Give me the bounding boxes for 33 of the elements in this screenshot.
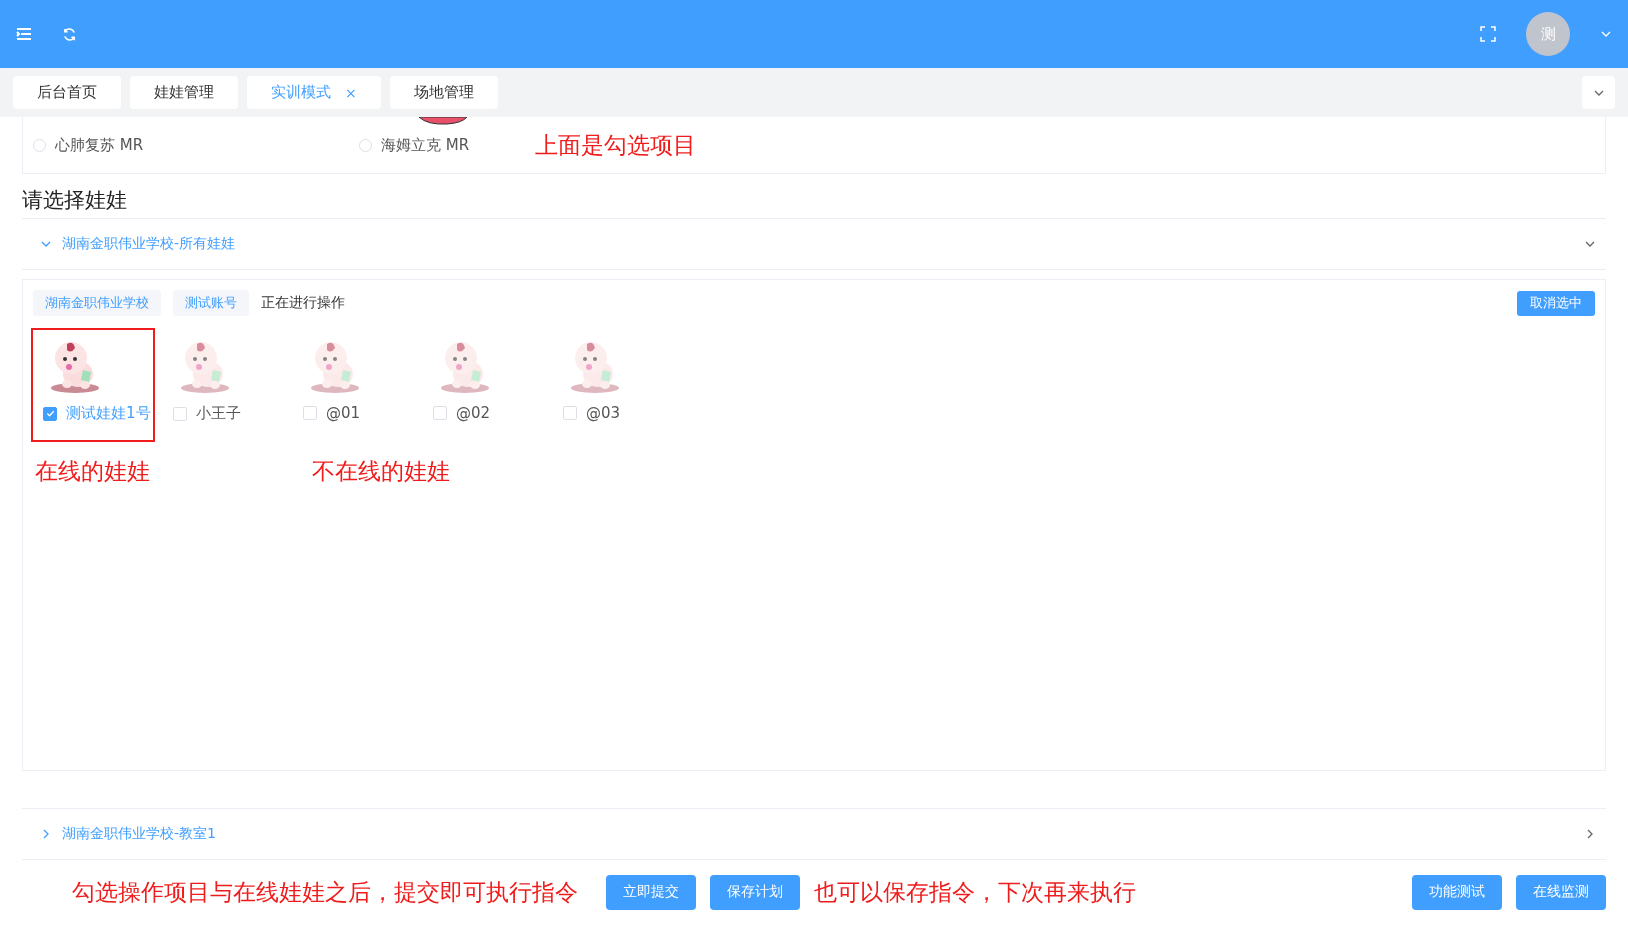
doll-checkbox[interactable]: @03: [563, 404, 621, 422]
deselect-button[interactable]: 取消选中: [1517, 290, 1595, 316]
project-radio[interactable]: 心肺复苏 MR: [33, 135, 359, 155]
annotation-text: 上面是勾选项目: [535, 130, 697, 160]
annotation-text: 不在线的娃娃: [312, 457, 450, 486]
group-title[interactable]: 湖南金职伟业学校-教室1: [62, 825, 1574, 843]
tab[interactable]: 后台首页: [13, 76, 121, 109]
action-button[interactable]: 功能测试: [1412, 874, 1502, 910]
annotation-text: 也可以保存指令，下次再来执行: [814, 877, 1136, 907]
section-title: 请选择娃娃: [22, 186, 1606, 219]
annotation-text: 勾选操作项目与在线娃娃之后，提交即可执行指令: [72, 877, 578, 907]
tab[interactable]: 娃娃管理: [130, 76, 238, 109]
action-button[interactable]: 在线监测: [1516, 874, 1606, 910]
tag: 测试账号: [173, 290, 249, 316]
tag: 湖南金职伟业学校: [33, 290, 161, 316]
action-button[interactable]: 保存计划: [710, 874, 800, 910]
action-button[interactable]: 立即提交: [606, 874, 696, 910]
menu-icon[interactable]: [16, 26, 32, 42]
tab[interactable]: 实训模式 ×: [247, 76, 381, 109]
status-text: 正在进行操作: [261, 294, 346, 312]
refresh-icon[interactable]: [62, 26, 77, 42]
doll-checkbox[interactable]: @01: [303, 404, 361, 422]
doll-checkbox[interactable]: 小王子: [173, 404, 241, 423]
doll-checkbox[interactable]: 测试娃娃1号: [43, 404, 151, 423]
doll-checkbox[interactable]: @02: [433, 404, 491, 422]
fullscreen-icon[interactable]: [1480, 26, 1496, 42]
tab[interactable]: 场地管理: [389, 76, 498, 109]
group-title[interactable]: 湖南金职伟业学校-所有娃娃: [62, 235, 1574, 253]
close-icon[interactable]: ×: [345, 84, 357, 101]
user-avatar[interactable]: 测: [1526, 12, 1570, 56]
annotation-text: 在线的娃娃: [35, 457, 151, 486]
project-radio[interactable]: 海姆立克 MR: [359, 135, 470, 155]
tabs-menu-button[interactable]: [1582, 76, 1615, 109]
